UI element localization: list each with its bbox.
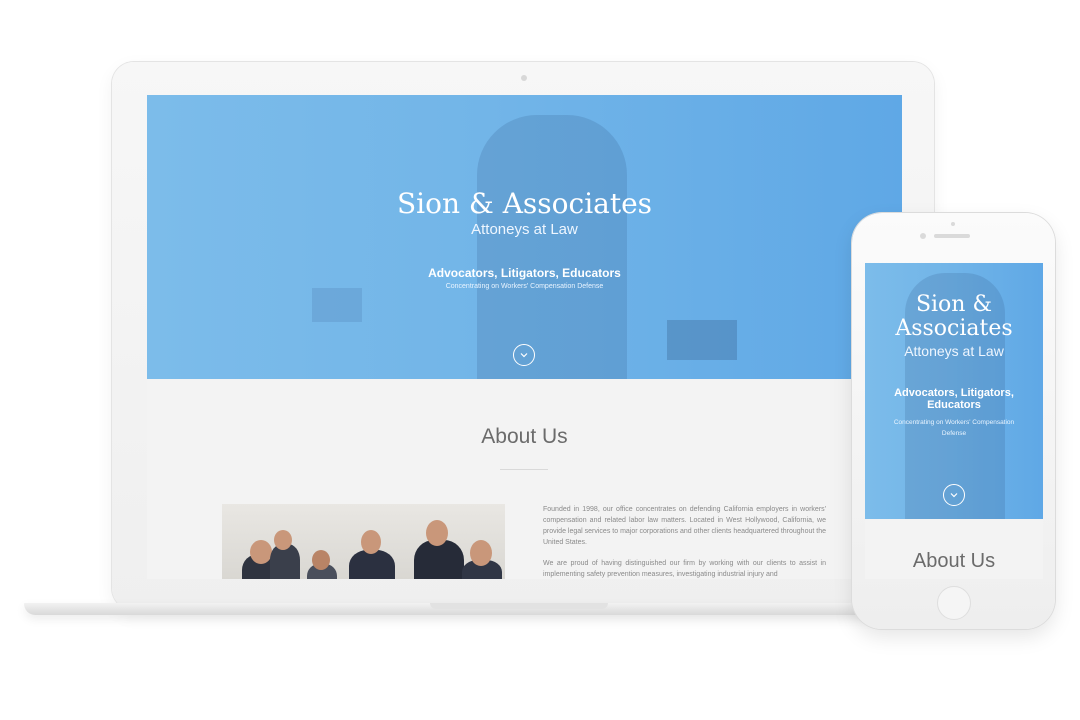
- chevron-down-icon: [950, 493, 958, 498]
- about-divider: [500, 469, 548, 470]
- scroll-down-button[interactable]: [513, 344, 535, 366]
- mobile-hero-tagline-sub: Concentrating on Workers' Compensation D…: [893, 419, 1015, 437]
- person-head: [250, 540, 272, 564]
- about-paragraph-2: We are proud of having distinguished our…: [543, 560, 826, 578]
- hero-section: Sion & Associates Attoneys at Law Advoca…: [147, 95, 902, 379]
- laptop-camera: [521, 75, 527, 81]
- phone-desk-shape: [667, 320, 737, 360]
- phone-sensor: [951, 222, 955, 226]
- mobile-about-heading: About Us: [912, 550, 996, 572]
- laptop-notch: [430, 603, 608, 609]
- mobile-hero-tagline: Advocators, Litigators, Educators: [894, 387, 1014, 411]
- person-head: [470, 540, 492, 566]
- mobile-scroll-down-button[interactable]: [943, 484, 965, 506]
- mobile-hero-title: Sion & Associates: [895, 292, 1013, 341]
- hero-tagline-sub: Concentrating on Workers' Compensation D…: [445, 283, 604, 290]
- person-shape: [414, 540, 464, 579]
- phone-camera: [920, 233, 926, 239]
- person-head: [274, 530, 292, 550]
- person-shape: [349, 550, 395, 579]
- mobile-hero-section: Sion & Associates Attoneys at Law Advoca…: [865, 263, 1043, 519]
- hero-tagline: Advocators, Litigators, Educators: [428, 266, 621, 280]
- mobile-hero-subtitle: Attoneys at Law: [904, 343, 1004, 359]
- phone-speaker: [934, 234, 970, 238]
- team-photo: [222, 504, 505, 579]
- chevron-down-icon: [520, 353, 528, 358]
- person-head: [312, 550, 330, 570]
- man-silhouette: [477, 115, 627, 379]
- chair-shape: [312, 288, 362, 322]
- phone-home-button[interactable]: [937, 586, 971, 620]
- about-text: Founded in 1998, our office concentrates…: [543, 504, 826, 579]
- person-head: [361, 530, 381, 554]
- about-heading: About Us: [481, 425, 568, 448]
- hero-title: Sion & Associates: [396, 187, 653, 220]
- person-head: [426, 520, 448, 546]
- laptop-screen: Sion & Associates Attoneys at Law Advoca…: [147, 95, 902, 579]
- about-paragraph-1: Founded in 1998, our office concentrates…: [543, 506, 826, 546]
- hero-subtitle: Attoneys at Law: [471, 221, 578, 238]
- phone-screen: Sion & Associates Attoneys at Law Advoca…: [865, 263, 1043, 579]
